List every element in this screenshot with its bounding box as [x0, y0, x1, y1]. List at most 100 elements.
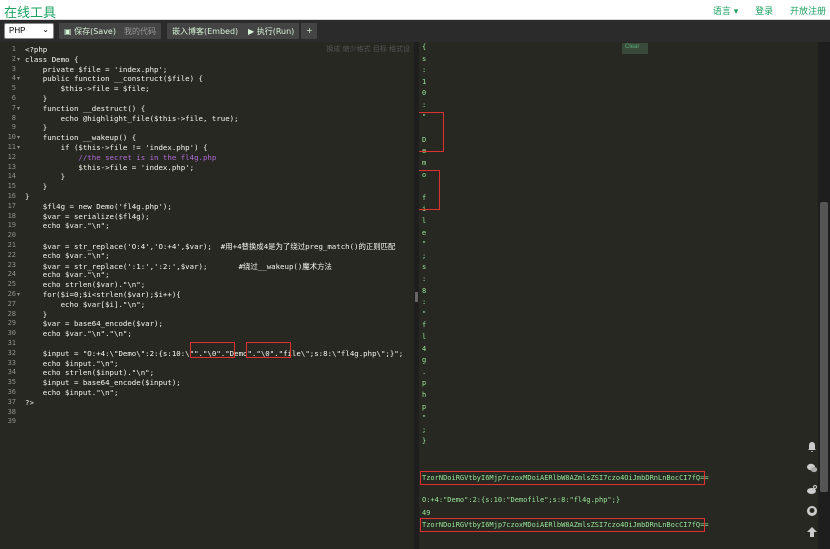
line-number: 14 [7, 172, 16, 181]
fold-toggle-icon[interactable]: ▾ [17, 56, 20, 63]
output-char-line: f [422, 321, 427, 330]
fold-toggle-icon[interactable]: ▾ [17, 105, 20, 112]
app-title[interactable]: 在线工具 [4, 2, 56, 21]
line-number: 34 [7, 368, 16, 377]
code-line[interactable]: } [25, 182, 47, 191]
save-button[interactable]: ▣ 保存(Save) [59, 23, 121, 39]
highlight-box-char-2 [419, 170, 440, 210]
code-line[interactable]: public function __construct($file) { [25, 74, 203, 83]
output-char-line: : [422, 275, 427, 283]
line-number: 21 [7, 241, 16, 249]
output-scrollbar[interactable] [818, 42, 830, 549]
code-editor[interactable]: 换成 缩少格式 目标 格式设 1 <?php 2 class Demo {3 priv… [0, 42, 414, 549]
fold-toggle-icon[interactable]: ▾ [17, 75, 20, 82]
login-link[interactable]: 登录 [755, 7, 773, 17]
code-line[interactable]: echo $input."\n"; [25, 388, 119, 397]
editor-hints: 换成 缩少格式 目标 格式设 [326, 45, 410, 53]
code-line[interactable]: echo $var."\n"; [25, 221, 110, 230]
line-number: 25 [7, 280, 16, 289]
code-line[interactable]: echo strlen($input)."\n"; [25, 368, 154, 377]
embed-button[interactable]: 嵌入博客(Embed) [167, 23, 244, 39]
line-number: 8 [11, 113, 16, 122]
add-button[interactable]: + [301, 23, 317, 39]
output-char-line: } [422, 437, 427, 446]
my-code-button[interactable]: 我的代码 [119, 23, 161, 39]
code-line[interactable]: $fl4g = new Demo('fl4g.php'); [25, 202, 172, 211]
language-select-value: PHP [9, 26, 26, 35]
code-line[interactable]: echo strlen($var)."\n"; [25, 280, 145, 289]
output-char-line: p [422, 402, 427, 411]
code-line[interactable]: for($i=0;$i<strlen($var);$i++){ [25, 290, 181, 299]
line-number: 6 [11, 94, 16, 102]
fold-toggle-icon[interactable]: ▾ [17, 134, 20, 141]
fold-toggle-icon[interactable]: ▾ [17, 144, 20, 151]
language-menu[interactable]: 语言 ▾ [713, 7, 738, 17]
output-char-line: : [422, 101, 427, 109]
code-line[interactable]: private $file = 'index.php'; [25, 65, 168, 74]
output-char-line: m [422, 159, 427, 167]
code-line[interactable]: if ($this->file != 'index.php') { [25, 143, 208, 152]
line-number: 20 [7, 231, 16, 240]
highlight-box-null-1 [190, 342, 235, 358]
wechat-icon[interactable] [805, 462, 819, 476]
splitter-grip[interactable] [415, 292, 418, 302]
line-number: 11 [7, 143, 16, 151]
toolbar: PHP ⌄ ▣ 保存(Save) 我的代码 嵌入博客(Embed) ▶ 执行(R… [0, 20, 830, 42]
code-line[interactable]: class Demo { [25, 55, 78, 64]
line-number: 30 [7, 329, 16, 338]
line-number: 24 [7, 270, 16, 279]
line-number: 23 [7, 260, 16, 269]
code-line[interactable]: echo $var[$i]."\n"; [25, 300, 146, 309]
fold-toggle-icon[interactable]: ▾ [17, 291, 20, 298]
weibo-icon[interactable] [805, 484, 819, 498]
code-line[interactable]: } [25, 172, 65, 181]
highlight-box-base64-1 [420, 471, 705, 485]
code-line[interactable]: ?> [25, 398, 34, 407]
code-line[interactable]: echo $input."\n"; [25, 359, 119, 368]
code-line[interactable]: $var = serialize($fl4g); [25, 212, 150, 221]
code-line[interactable]: $this->file = 'index.php'; [25, 163, 194, 172]
line-number: 31 [7, 339, 16, 347]
line-number: 16 [7, 192, 16, 200]
code-line[interactable]: $input = base64_encode($input); [25, 378, 181, 387]
line-number: 10 [7, 133, 16, 142]
code-line[interactable]: //the secret is in the fl4g.php [25, 153, 216, 162]
code-line[interactable]: function __wakeup() { [25, 133, 136, 142]
code-line[interactable]: } [25, 310, 47, 319]
line-number: 1 [11, 45, 16, 53]
language-select[interactable]: PHP ⌄ [4, 23, 54, 39]
line-number: 36 [7, 388, 16, 396]
code-line[interactable]: echo $var."\n"."\n"; [25, 329, 132, 338]
bell-icon[interactable] [805, 441, 819, 455]
clear-button[interactable]: Clear [622, 43, 648, 54]
output-char-line: " [422, 309, 427, 318]
code-line[interactable]: <?php [25, 45, 47, 54]
line-number: 18 [7, 211, 16, 220]
line-number: 38 [7, 407, 16, 416]
line-number: 7 [11, 103, 16, 112]
code-line[interactable]: } [25, 192, 29, 201]
output-char-line: g [422, 356, 427, 365]
register-link[interactable]: 开放注册 [790, 7, 826, 17]
up-arrow-icon[interactable] [805, 526, 819, 540]
line-number: 26 [7, 290, 16, 298]
line-number: 15 [7, 182, 16, 191]
code-line[interactable]: } [25, 123, 47, 132]
highlight-box-base64-2 [420, 518, 705, 532]
github-icon[interactable] [805, 505, 819, 519]
code-line[interactable]: } [25, 94, 47, 103]
line-number: 17 [7, 201, 16, 210]
code-line[interactable]: echo @highlight_file($this->file, true); [25, 114, 239, 123]
run-button[interactable]: ▶ 执行(Run) [243, 23, 300, 39]
line-number: 2 [11, 54, 16, 63]
code-line[interactable]: $var = base64_encode($var); [25, 319, 163, 328]
scrollbar-thumb[interactable] [820, 202, 828, 492]
code-line[interactable]: echo $var."\n"; [25, 251, 110, 260]
code-line[interactable]: echo $var."\n"; [25, 270, 110, 279]
output-char-line: . [422, 367, 427, 376]
output-char-line: ; [422, 251, 427, 260]
top-nav: 语言 ▾ 登录 开放注册 [699, 4, 826, 17]
output-char-line: ; [422, 425, 427, 434]
code-line[interactable]: function __destruct() { [25, 104, 145, 113]
code-line[interactable]: $this->file = $file; [25, 84, 150, 93]
